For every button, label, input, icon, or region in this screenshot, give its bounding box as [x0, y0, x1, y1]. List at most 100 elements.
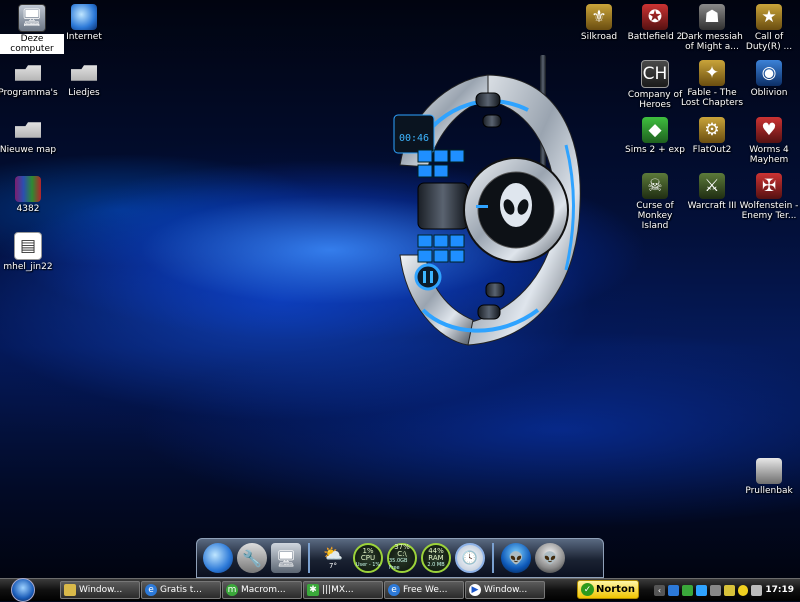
folder-icon — [71, 65, 97, 81]
folder-icon — [15, 122, 41, 138]
taskbar-button[interactable]: e Gratis t... — [141, 581, 221, 599]
sims-icon: ◆ — [642, 117, 668, 143]
norton-button[interactable]: ✓ Norton — [577, 580, 639, 599]
norton-label: Norton — [596, 584, 635, 595]
ram-meter-label: RAM — [428, 553, 444, 562]
desktop-icon-warcraft-3[interactable]: ⚔ Warcraft III — [680, 173, 744, 211]
gadget-close-button[interactable] — [475, 92, 501, 108]
volume-icon[interactable] — [751, 584, 763, 596]
computer-icon: 🖥 — [18, 4, 46, 32]
security-icon[interactable] — [681, 584, 693, 596]
desktop-icon-label: Curse of Monkey Island — [636, 201, 674, 231]
desktop-icon-label: Internet — [66, 32, 102, 42]
taskbar-button[interactable]: Window... — [60, 581, 140, 599]
wolfenstein-icon: ✠ — [756, 173, 782, 199]
taskbar-button-label: Window... — [79, 585, 123, 595]
taskbar-button[interactable]: ▶ Window... — [465, 581, 545, 599]
taskbar-button[interactable]: e Free We... — [384, 581, 464, 599]
desktop-icon-wolfenstein[interactable]: ✠ Wolfenstein - Enemy Ter... — [737, 173, 800, 221]
dock-alienware-silver[interactable]: 👽 — [535, 543, 565, 573]
desktop-icon-label: Worms 4 Mayhem — [749, 145, 789, 165]
taskbar-button[interactable]: ✱ |||MX... — [303, 581, 383, 599]
desktop-icon-label: FlatOut2 — [692, 145, 732, 155]
alienware-media-player-gadget[interactable]: 00:46 — [388, 55, 588, 350]
desktop-icon-mhel-jin22[interactable]: ▤ mhel_jin22 — [0, 232, 60, 272]
desktop-icon-label: Liedjes — [68, 88, 100, 98]
desktop-icon-dark-messiah[interactable]: ☗ Dark messiah of Might a... — [680, 4, 744, 52]
alien-head-icon: 👽 — [542, 551, 558, 565]
cpu-meter-sub: User - 1% — [355, 561, 381, 568]
desktop-icon-oblivion[interactable]: ◉ Oblivion — [737, 60, 800, 98]
battlefield-icon: ✪ — [642, 4, 668, 30]
gadget-dial[interactable] — [417, 182, 469, 230]
start-orb-icon — [11, 578, 35, 602]
desktop-icon-company-of-heroes[interactable]: CH Company of Heroes — [623, 60, 687, 110]
weather-gadget[interactable]: ⛅ 7° — [317, 543, 349, 573]
desktop-icon-label: Call of Duty(R) ... — [745, 32, 793, 52]
desktop-icon-flatout2[interactable]: ⚙ FlatOut2 — [680, 117, 744, 155]
desktop-icon-sims-2[interactable]: ◆ Sims 2 + exp — [623, 117, 687, 155]
ram-meter-sub: 2.0 MB — [427, 561, 445, 568]
internet-explorer-icon — [71, 4, 97, 30]
gadget-menu-button[interactable] — [482, 114, 502, 128]
dark-messiah-icon: ☗ — [699, 4, 725, 30]
dock-bar: 🔧 🖥 ⛅ 7° 1% CPU User - 1% 37% C:\ 35.0GB… — [196, 538, 604, 578]
macromedia-icon: m — [226, 584, 238, 596]
document-icon: ▤ — [14, 232, 42, 260]
gadget-indicator — [476, 205, 488, 208]
desktop-icon-label: Programma's — [0, 88, 58, 98]
monkey-island-icon: ☠ — [642, 173, 668, 199]
desktop-icon-label: Warcraft III — [687, 201, 737, 211]
silkroad-icon: ⚜ — [586, 4, 612, 30]
desktop-icon-call-of-duty[interactable]: ★ Call of Duty(R) ... — [737, 4, 800, 52]
desktop-icon-battlefield-2[interactable]: ✪ Battlefield 2 — [623, 4, 687, 42]
gadget-stop-button[interactable] — [477, 304, 501, 320]
tray-collapse-icon[interactable]: ‹ — [654, 584, 665, 596]
desktop-icon-prullenbak[interactable]: Prullenbak — [737, 458, 800, 496]
desktop-icon-label: 4382 — [16, 204, 40, 214]
desktop-icon-label: Company of Heroes — [627, 90, 683, 110]
desktop-icon-4382[interactable]: 4382 — [0, 176, 60, 214]
network-icon[interactable] — [667, 584, 679, 596]
desktop-icon-label: Battlefield 2 — [627, 32, 683, 42]
cloud-sun-icon: ⛅ — [323, 544, 343, 563]
desktop-icon-curse-of-monkey-island[interactable]: ☠ Curse of Monkey Island — [623, 173, 687, 231]
smiley-icon[interactable] — [737, 584, 749, 596]
ram-meter: 44% RAM 2.0 MB — [421, 543, 451, 573]
dock-computer[interactable]: 🖥 — [271, 543, 301, 573]
start-button[interactable] — [3, 578, 43, 602]
folder-icon — [64, 584, 76, 596]
taskbar-button-label: Macrom... — [241, 585, 286, 595]
alien-head-icon: 👽 — [508, 551, 524, 565]
gadget-pause-button[interactable] — [414, 263, 442, 291]
desktop-icon-silkroad[interactable]: ⚜ Silkroad — [567, 4, 631, 42]
messenger-icon[interactable] — [695, 584, 707, 596]
dock-separator — [308, 543, 310, 573]
pause-icon — [423, 271, 426, 283]
shield-icon[interactable] — [723, 584, 735, 596]
taskbar-button-label: Window... — [484, 585, 528, 595]
desktop-icon-label: Oblivion — [750, 88, 788, 98]
dock-internet-explorer[interactable] — [203, 543, 233, 573]
dock-alienware-blue[interactable]: 👽 — [501, 543, 531, 573]
computer-icon: 🖥 — [275, 548, 297, 568]
pause-icon — [430, 271, 433, 283]
desktop-icon-nieuwe-map[interactable]: Nieuwe map — [0, 117, 60, 155]
desktop-icon-worms-4[interactable]: ♥ Worms 4 Mayhem — [737, 117, 800, 165]
disk-meter-label: C:\ — [397, 550, 407, 558]
gadget-volume-button[interactable] — [485, 282, 505, 298]
taskbar-button[interactable]: m Macrom... — [222, 581, 302, 599]
desktop-icon-internet[interactable]: Internet — [52, 4, 116, 42]
dock-tools[interactable]: 🔧 — [237, 543, 267, 573]
taskbar: Window... e Gratis t... m Macrom... ✱ ||… — [0, 578, 800, 602]
desktop-icon-liedjes[interactable]: Liedjes — [52, 60, 116, 98]
signal-icon[interactable] — [709, 584, 721, 596]
taskbar-clock[interactable]: 17:19 — [765, 585, 794, 595]
desktop-icon-label: Wolfenstein - Enemy Ter... — [739, 201, 799, 221]
taskbar-button-label: Gratis t... — [160, 585, 202, 595]
clock-gadget[interactable]: 🕓 — [455, 543, 485, 573]
desktop-icon-programmas[interactable]: Programma's — [0, 60, 60, 98]
folder-icon — [15, 65, 41, 81]
call-of-duty-icon: ★ — [756, 4, 782, 30]
desktop-icon-fable[interactable]: ✦ Fable - The Lost Chapters — [680, 60, 744, 108]
